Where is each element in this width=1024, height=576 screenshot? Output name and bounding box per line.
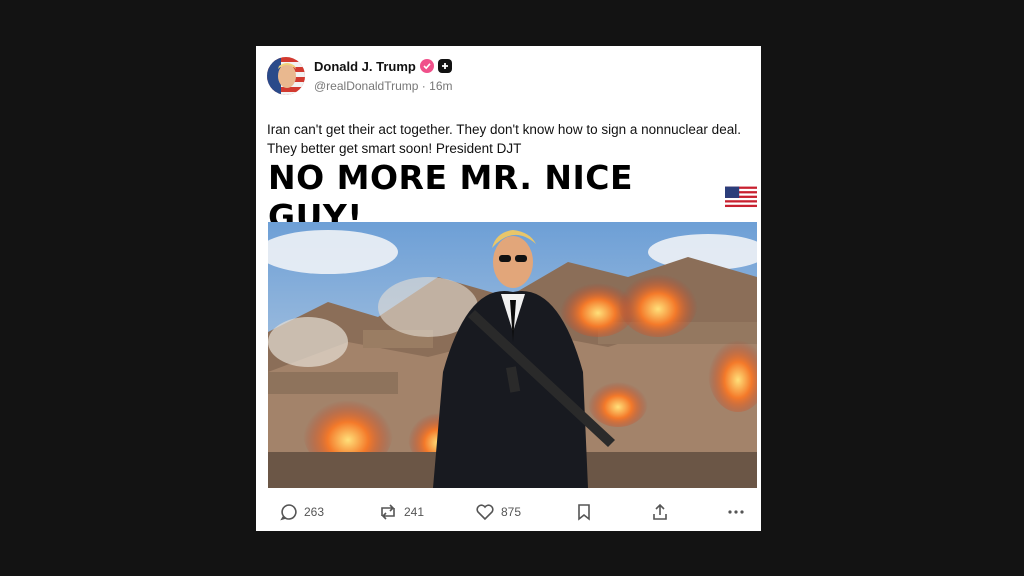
share-button[interactable] <box>651 503 669 521</box>
reply-button[interactable]: 263 <box>280 503 324 521</box>
more-options-button[interactable] <box>727 503 745 521</box>
reply-count: 263 <box>304 505 325 519</box>
post-text: Iran can't get their act together. They … <box>267 122 741 156</box>
share-icon <box>653 503 667 520</box>
post-meta: @realDonaldTrump · 16m <box>314 79 452 93</box>
us-flag-icon <box>724 186 757 208</box>
post-photo[interactable] <box>268 222 757 488</box>
avatar-image <box>267 57 305 95</box>
repost-button[interactable]: 241 <box>378 503 424 521</box>
bookmark-button[interactable] <box>576 503 592 521</box>
plus-badge-icon <box>437 59 452 73</box>
reply-icon <box>280 504 297 521</box>
heart-icon <box>476 504 494 521</box>
like-button[interactable]: 875 <box>475 503 521 521</box>
post-actions: 263 241 875 <box>256 501 761 529</box>
repost-icon <box>381 504 395 520</box>
post-media[interactable]: NO MORE MR. NICE GUY! <box>268 158 757 531</box>
bookmark-icon <box>578 504 590 521</box>
more-icon <box>728 510 744 514</box>
post-card: Donald J. Trump @realDonaldTrump · 16m I… <box>256 46 761 531</box>
author-row: Donald J. Trump <box>314 57 452 75</box>
repost-count: 241 <box>404 505 425 519</box>
meta-separator: · <box>421 79 426 93</box>
author-handle[interactable]: @realDonaldTrump <box>314 79 418 93</box>
author-name[interactable]: Donald J. Trump <box>314 59 416 74</box>
verified-badge-icon <box>419 59 434 73</box>
post-time[interactable]: 16m <box>429 79 452 93</box>
like-count: 875 <box>501 505 522 519</box>
image-headline: NO MORE MR. NICE GUY! <box>268 158 757 236</box>
avatar[interactable] <box>267 57 305 95</box>
